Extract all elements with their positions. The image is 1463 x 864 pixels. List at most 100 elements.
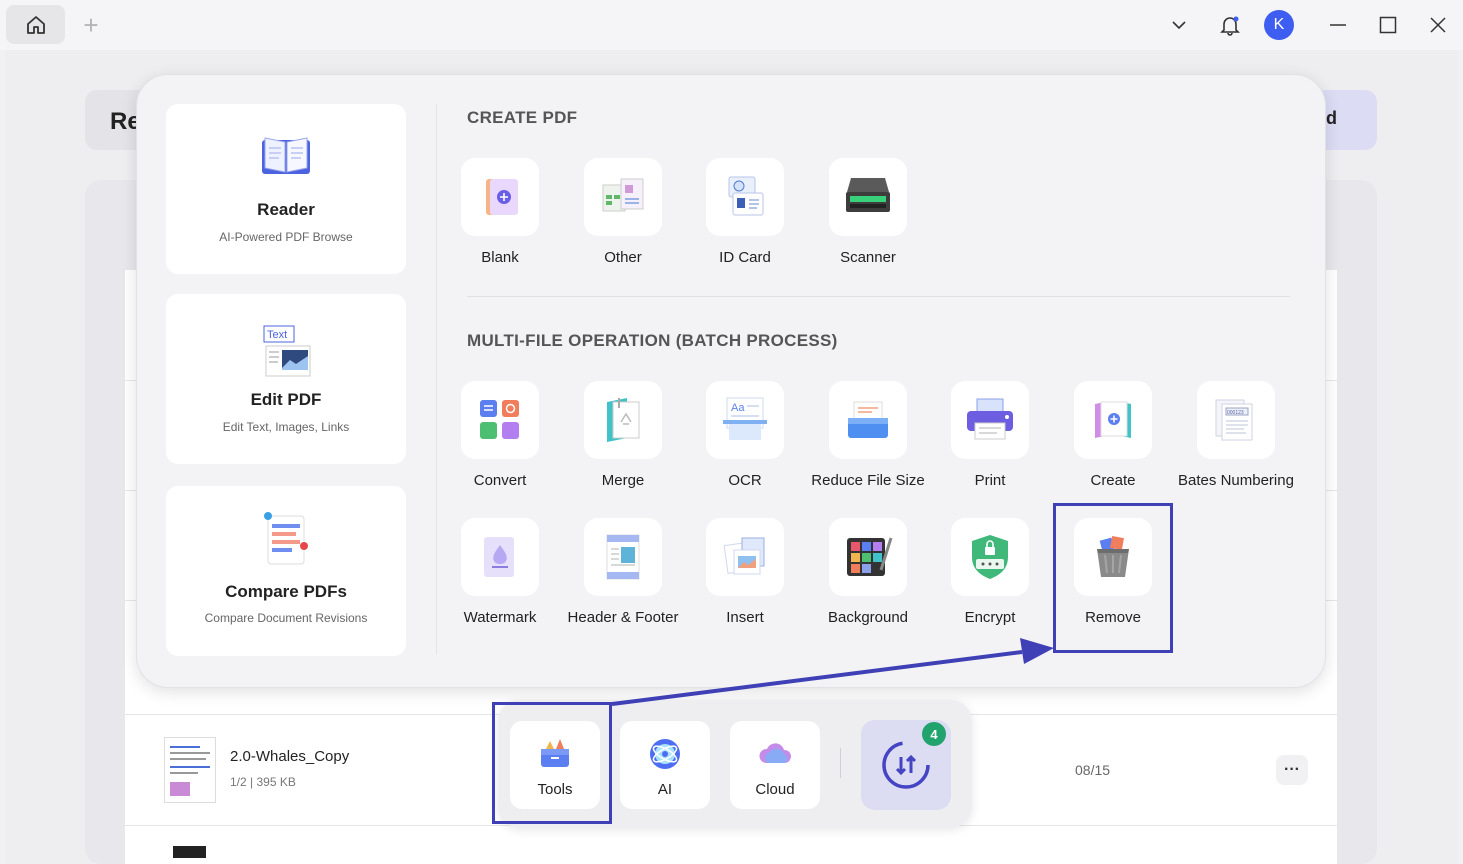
insert-icon: [723, 537, 765, 575]
edit-pdf-subtitle: Edit Text, Images, Links: [222, 420, 350, 434]
bell-icon: [1220, 16, 1240, 36]
ocr-icon: Aa: [723, 397, 767, 440]
dropdown-button[interactable]: [1164, 10, 1194, 40]
tool-scanner[interactable]: Scanner: [808, 158, 928, 278]
file-name[interactable]: 2.0-Whales_Copy: [230, 748, 349, 765]
divider: [840, 748, 841, 778]
ai-icon: [650, 739, 680, 769]
tool-create[interactable]: Create: [1053, 381, 1173, 501]
cloud-icon: [759, 743, 792, 763]
tool-watermark-label: Watermark: [463, 609, 537, 626]
divider: [436, 104, 437, 654]
tool-watermark[interactable]: Watermark: [440, 518, 560, 638]
reader-subtitle: AI-Powered PDF Browse: [219, 230, 353, 244]
close-icon: [1430, 17, 1446, 33]
compare-pdfs-subtitle: Compare Document Revisions: [204, 611, 368, 625]
compare-pdfs-title: Compare PDFs: [225, 582, 347, 601]
maximize-icon: [1379, 16, 1397, 34]
merge-icon: [607, 398, 640, 442]
create-pdf-heading: CREATE PDF: [467, 108, 578, 127]
id-card-icon: [728, 176, 764, 216]
tool-reduce-file-size[interactable]: Reduce File Size: [808, 381, 928, 501]
svg-text:Text: Text: [267, 329, 287, 341]
dock-cloud-label: Cloud: [755, 781, 795, 798]
tool-bates-numbering-label: Bates Numbering: [1178, 472, 1294, 489]
tool-encrypt[interactable]: Encrypt: [930, 518, 1050, 638]
close-window-button[interactable]: [1423, 10, 1453, 40]
print-icon: [967, 398, 1013, 440]
tool-id-card-label: ID Card: [719, 249, 771, 266]
tool-insert[interactable]: Insert: [685, 518, 805, 638]
tool-merge[interactable]: Merge: [563, 381, 683, 501]
create-icon: [1095, 401, 1131, 438]
tool-insert-label: Insert: [726, 609, 764, 626]
reader-book-icon: [262, 137, 310, 174]
file-thumbnail: [164, 737, 216, 803]
other-icon: [602, 178, 644, 212]
background-card-right-text: d: [1326, 108, 1337, 128]
svg-text:000123: 000123: [1227, 410, 1244, 416]
remove-highlight-box: [1053, 503, 1173, 653]
edit-text-icon: Text: [263, 325, 311, 377]
tool-convert-label: Convert: [473, 472, 527, 489]
reader-card[interactable]: Reader AI-Powered PDF Browse: [166, 104, 406, 274]
tool-print[interactable]: Print: [930, 381, 1050, 501]
notification-button[interactable]: [1215, 10, 1245, 40]
file-thumbnail: [173, 846, 206, 858]
tool-blank-label: Blank: [481, 249, 519, 266]
more-options-button[interactable]: ···: [1276, 755, 1308, 785]
title-bar: + K: [0, 0, 1463, 50]
background-icon: [847, 537, 893, 576]
watermark-icon: [484, 537, 514, 577]
tool-print-label: Print: [974, 472, 1006, 489]
divider: [467, 296, 1290, 297]
svg-text:Aa: Aa: [731, 402, 745, 414]
edit-pdf-card[interactable]: Text Edit PDF Edit Text, Images, Links: [166, 294, 406, 464]
maximize-button[interactable]: [1373, 10, 1403, 40]
tool-create-label: Create: [1090, 472, 1136, 489]
file-meta: 1/2 | 395 KB: [230, 775, 296, 789]
home-icon: [26, 15, 45, 34]
tool-ocr-label: OCR: [728, 472, 762, 489]
sync-icon: [882, 741, 930, 789]
tool-bates-numbering[interactable]: 000123 Bates Numbering: [1176, 381, 1296, 501]
dock-cloud-button[interactable]: Cloud: [730, 721, 820, 809]
scanner-icon: [846, 178, 890, 212]
tool-scanner-label: Scanner: [840, 249, 896, 266]
compare-icon: [264, 512, 308, 565]
reader-title: Reader: [257, 200, 315, 219]
dock-ai-button[interactable]: AI: [620, 721, 710, 809]
minimize-button[interactable]: [1323, 10, 1353, 40]
more-icon: ···: [1284, 761, 1300, 778]
tool-ocr[interactable]: Aa OCR: [685, 381, 805, 501]
bates-numbering-icon: 000123: [1215, 399, 1253, 441]
tool-blank[interactable]: Blank: [440, 158, 560, 278]
tool-other[interactable]: Other: [563, 158, 683, 278]
tool-other-label: Other: [604, 249, 642, 266]
tool-background-label: Background: [827, 609, 909, 626]
tool-convert[interactable]: Convert: [440, 381, 560, 501]
blank-icon: [486, 179, 518, 215]
avatar[interactable]: K: [1264, 10, 1294, 40]
reduce-file-size-icon: [848, 401, 888, 438]
batch-heading: MULTI-FILE OPERATION (BATCH PROCESS): [467, 331, 838, 350]
plus-icon: +: [83, 10, 99, 40]
tool-encrypt-label: Encrypt: [964, 609, 1016, 626]
tool-background[interactable]: Background: [808, 518, 928, 638]
file-page-count: 08/15: [1075, 762, 1111, 778]
home-button[interactable]: [6, 5, 65, 44]
header-footer-icon: [606, 534, 640, 580]
dock-ai-label: AI: [657, 781, 673, 798]
tool-header-footer-label: Header & Footer: [567, 609, 679, 626]
edit-pdf-title: Edit PDF: [250, 390, 322, 409]
new-tab-button[interactable]: +: [78, 12, 104, 38]
chevron-down-icon: [1172, 21, 1186, 30]
encrypt-icon: [972, 535, 1008, 579]
tools-highlight-box: [492, 702, 612, 824]
tool-header-footer[interactable]: Header & Footer: [563, 518, 683, 638]
tool-merge-label: Merge: [601, 472, 645, 489]
compare-pdfs-card[interactable]: Compare PDFs Compare Document Revisions: [166, 486, 406, 656]
tool-id-card[interactable]: ID Card: [685, 158, 805, 278]
minimize-icon: [1330, 24, 1346, 26]
tool-reduce-file-size-label: Reduce File Size: [811, 472, 925, 489]
